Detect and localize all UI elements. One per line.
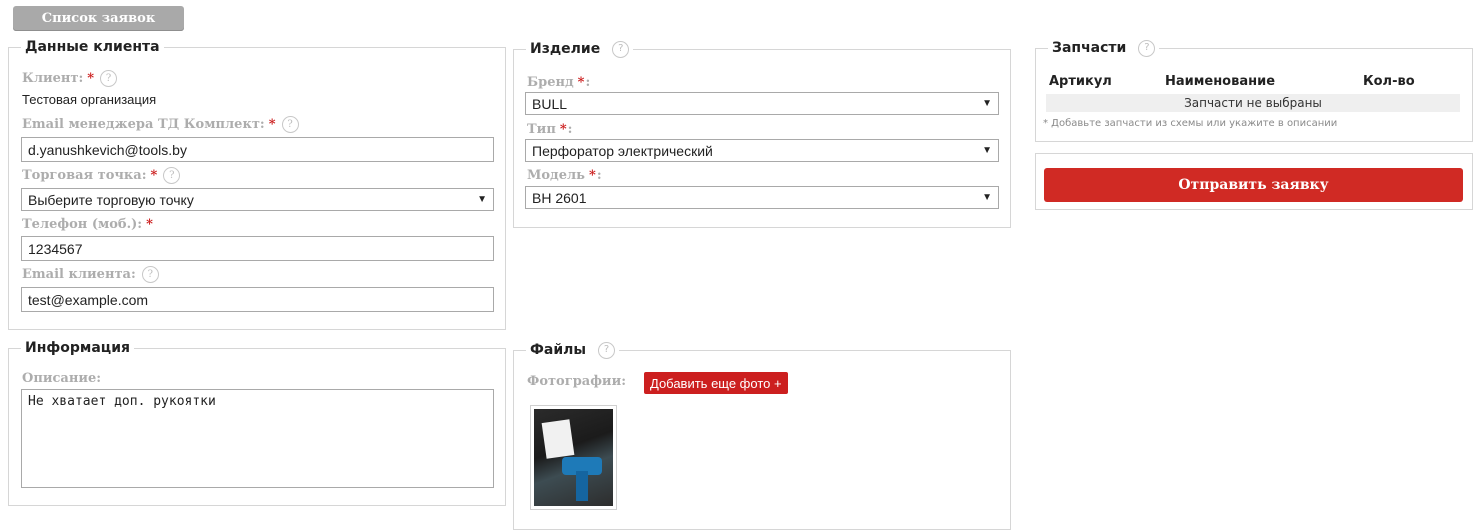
- parts-note: * Добавьте запчасти из схемы или укажите…: [1043, 118, 1338, 129]
- product-legend: Изделие?: [526, 40, 634, 58]
- client-data-legend: Данные клиента: [21, 38, 164, 56]
- required-mark: *: [87, 71, 95, 86]
- help-icon[interactable]: ?: [1138, 39, 1156, 57]
- required-mark: *: [146, 217, 153, 232]
- manager-email-input[interactable]: d.yanushkevich@tools.by: [21, 137, 494, 162]
- help-icon[interactable]: ?: [281, 116, 299, 133]
- brand-label: Бренд *:: [527, 75, 591, 90]
- files-legend: Файлы?: [526, 341, 620, 359]
- parts-col-article: Артикул: [1049, 74, 1112, 89]
- photo-thumbnail[interactable]: [530, 405, 617, 510]
- client-email-label: Email клиента: ?: [22, 266, 159, 283]
- description-textarea[interactable]: Не хватает доп. рукоятки: [21, 389, 494, 488]
- dropdown-arrow-icon: ▼: [982, 145, 992, 156]
- help-icon[interactable]: ?: [100, 70, 118, 87]
- dropdown-arrow-icon: ▼: [982, 192, 992, 203]
- trade-point-label: Торговая точка: * ?: [22, 167, 181, 184]
- manager-email-label: Email менеджера ТД Комплект: * ?: [22, 116, 299, 133]
- client-value: Тестовая организация: [22, 92, 157, 107]
- model-select[interactable]: BH 2601 ▼: [525, 186, 999, 209]
- required-mark: *: [559, 122, 567, 137]
- required-mark: *: [268, 117, 276, 132]
- dropdown-arrow-icon: ▼: [477, 194, 487, 205]
- info-legend: Информация: [21, 339, 134, 357]
- add-photo-button[interactable]: Добавить еще фото +: [644, 372, 788, 394]
- type-select[interactable]: Перфоратор электрический ▼: [525, 139, 999, 162]
- dropdown-arrow-icon: ▼: [982, 98, 992, 109]
- send-request-button[interactable]: Отправить заявку: [1044, 168, 1463, 202]
- brand-select[interactable]: BULL ▼: [525, 92, 999, 115]
- photos-label: Фотографии:: [527, 374, 627, 389]
- help-icon[interactable]: ?: [141, 266, 159, 283]
- required-mark: *: [589, 168, 596, 183]
- parts-col-name: Наименование: [1165, 74, 1276, 89]
- help-icon[interactable]: ?: [163, 167, 181, 184]
- client-label: Клиент: * ?: [22, 70, 118, 87]
- type-label: Тип *:: [527, 122, 573, 137]
- phone-label: Телефон (моб.): *: [22, 217, 153, 232]
- photo-image: [534, 409, 613, 506]
- help-icon[interactable]: ?: [598, 341, 616, 359]
- parts-col-qty: Кол-во: [1363, 74, 1415, 89]
- description-label: Описание:: [22, 371, 102, 386]
- model-label: Модель *:: [527, 168, 602, 183]
- required-mark: *: [150, 168, 158, 183]
- client-email-input[interactable]: test@example.com: [21, 287, 494, 312]
- parts-empty-row: Запчасти не выбраны: [1046, 94, 1460, 112]
- phone-input[interactable]: 1234567: [21, 236, 494, 261]
- required-mark: *: [577, 75, 585, 90]
- requests-list-button[interactable]: Список заявок: [13, 6, 184, 31]
- trade-point-select[interactable]: Выберите торговую точку ▼: [21, 188, 494, 211]
- help-icon[interactable]: ?: [612, 40, 630, 58]
- parts-legend: Запчасти?: [1048, 39, 1160, 57]
